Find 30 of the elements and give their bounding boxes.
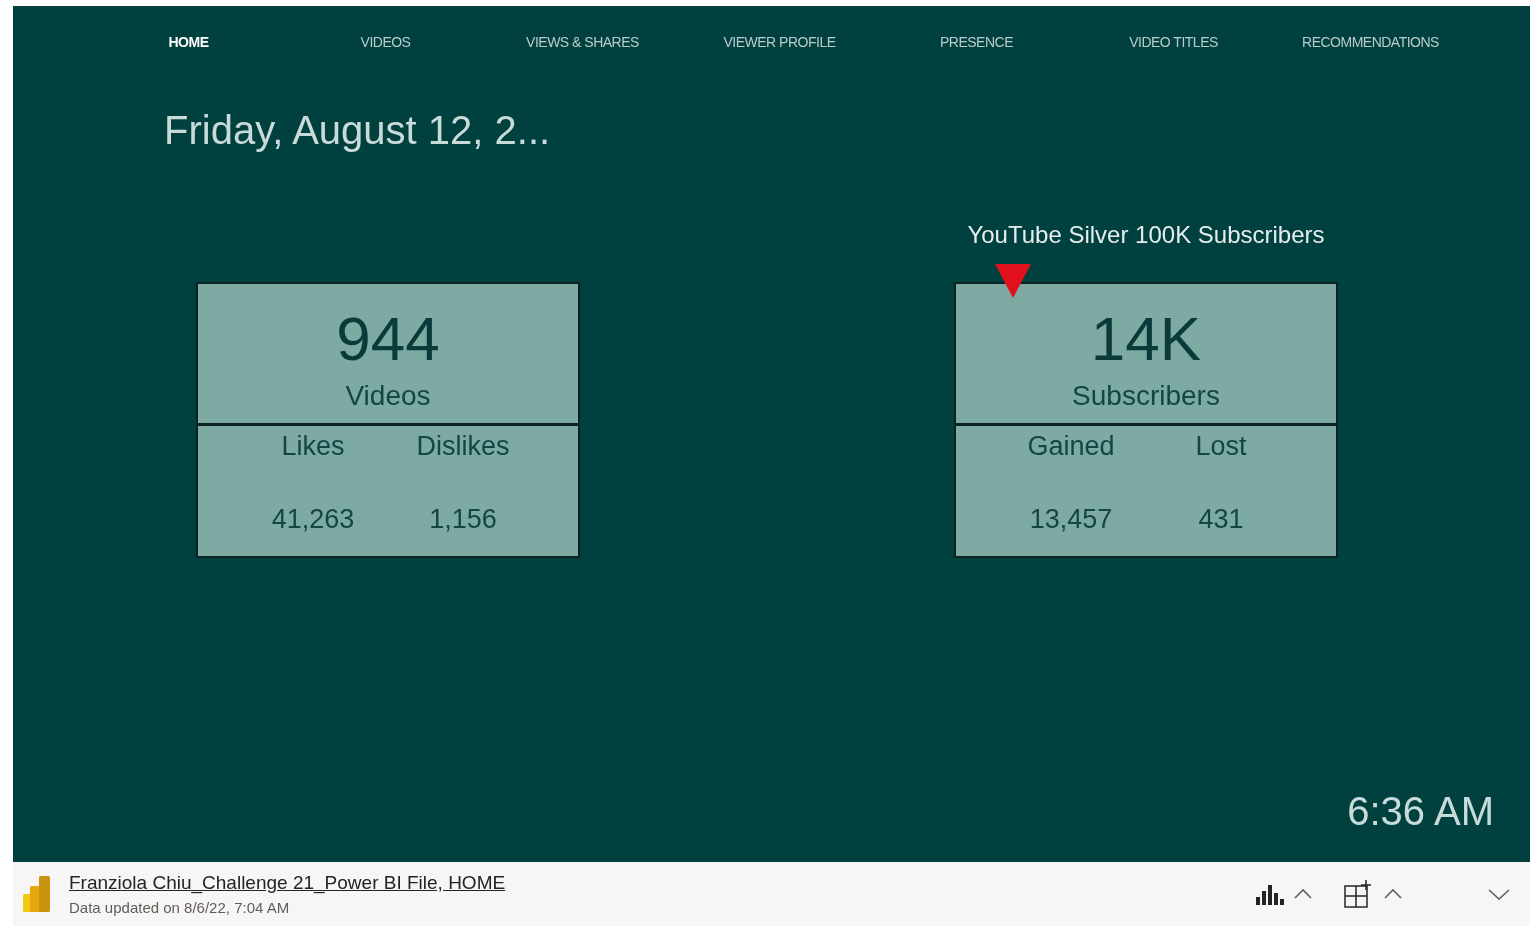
kpi-value: 14K [1090,308,1202,370]
nav-tab[interactable]: VIEWS & SHARES [484,34,681,50]
stat-label: Lost [1195,431,1247,462]
chevron-up-icon[interactable] [1384,888,1402,900]
stat-label: Dislikes [416,431,510,462]
time-text: 6:36 AM [1347,789,1494,834]
nav-tab[interactable]: VIDEOS [287,34,484,50]
kpi-label: Videos [345,380,431,412]
nav-tab[interactable]: HOME [90,34,287,50]
stat-value: 431 [1198,504,1244,535]
bar-chart-icon[interactable] [1256,883,1284,905]
report-link[interactable]: Franziola Chiu_Challenge 21_Power BI File, HOME [69,872,506,894]
goal-title: YouTube Silver 100K Subscribers [967,221,1325,249]
nav-tab[interactable]: VIEWER PROFILE [681,34,878,50]
power-bi-logo-icon [23,876,51,912]
kpi-label: Subscribers [1072,380,1220,412]
update-text: Data updated on 8/6/22, 7:04 AM [69,899,291,916]
stat-value: 1,156 [429,504,497,535]
nav-tab[interactable]: RECOMMENDATIONS [1272,34,1469,50]
date-text: Friday, August 12, 2... [164,108,552,153]
kpi-value: 944 [336,308,440,370]
stat-label: Gained [1027,431,1115,462]
nav-tab[interactable]: VIDEO TITLES [1075,34,1272,50]
nav-tab[interactable]: PRESENCE [878,34,1075,50]
stat-label: Likes [281,431,345,462]
chevron-down-icon[interactable] [1488,888,1510,900]
stat-value: 13,457 [1029,504,1113,535]
chevron-up-icon[interactable] [1294,888,1312,900]
grid-plus-icon[interactable] [1344,880,1374,908]
stat-value: 41,263 [271,504,355,535]
